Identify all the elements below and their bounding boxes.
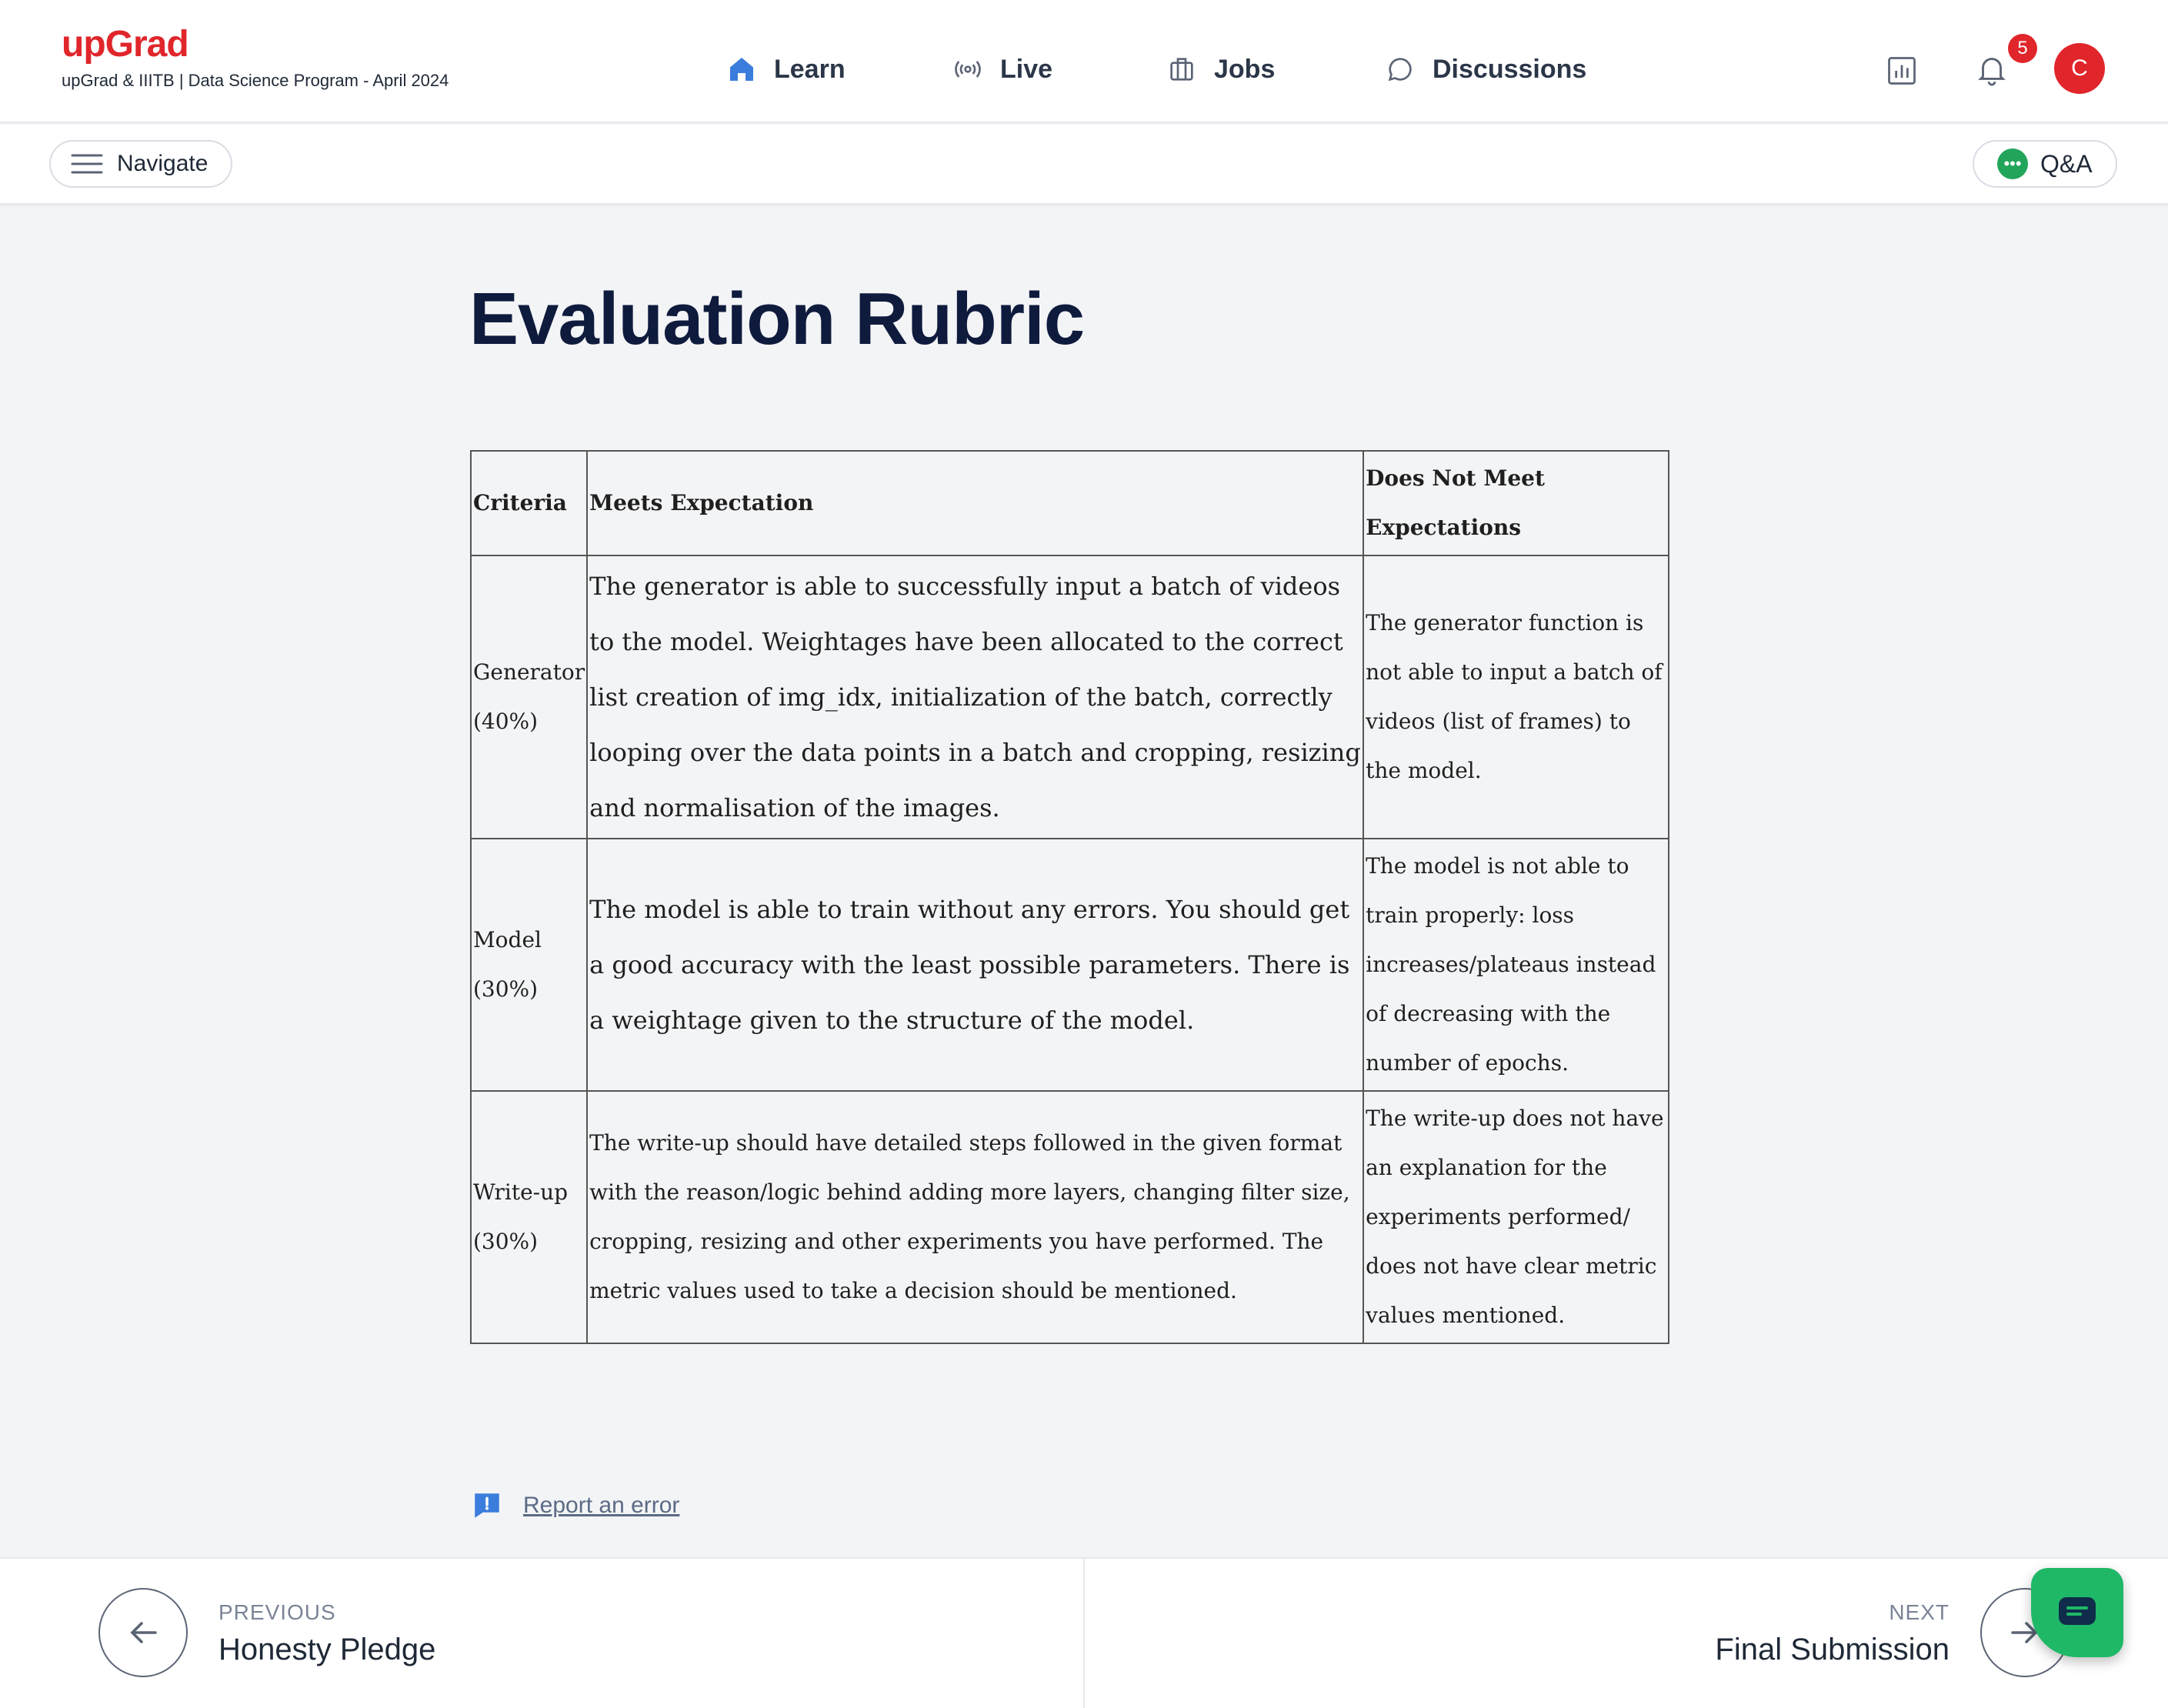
nav-discussions-label: Discussions	[1433, 54, 1587, 84]
lesson-footer: PREVIOUS Honesty Pledge NEXT Final Submi…	[0, 1557, 2168, 1708]
not-meets-cell: The write-up does not have an explanatio…	[1363, 1090, 1669, 1344]
meets-cell: The model is able to train without any e…	[586, 838, 1365, 1092]
nav-live-label: Live	[1000, 54, 1053, 84]
bell-icon	[1978, 58, 2006, 86]
nav-jobs[interactable]: Jobs	[1166, 48, 1275, 91]
evaluation-rubric-table: Criteria Meets Expectation Does Not Meet…	[469, 450, 1669, 1344]
qa-chat-icon: •••	[1997, 148, 2028, 179]
program-name: upGrad & IIITB | Data Science Program - …	[62, 71, 449, 90]
report-flag-icon	[475, 1493, 499, 1518]
previous-title[interactable]: Honesty Pledge	[218, 1633, 435, 1667]
meets-cell: The write-up should have detailed steps …	[586, 1090, 1365, 1344]
upgrad-logo[interactable]: upGrad	[62, 23, 189, 65]
nav-jobs-label: Jobs	[1214, 54, 1276, 84]
criteria-cell: Generator (40%)	[469, 555, 589, 839]
user-avatar[interactable]: C	[2054, 43, 2105, 94]
not-meets-cell: The generator function is not able to in…	[1363, 555, 1669, 839]
page-title: Evaluation Rubric	[469, 278, 1085, 360]
navigate-label: Navigate	[117, 151, 208, 176]
table-header-row: Criteria Meets Expectation Does Not Meet…	[469, 450, 1669, 556]
meets-cell: The generator is able to successfully in…	[586, 555, 1365, 839]
progress-chart-button[interactable]	[1882, 51, 1922, 91]
report-error-label: Report an error	[523, 1493, 680, 1518]
briefcase-icon	[1170, 58, 1193, 81]
nav-learn[interactable]: Learn	[726, 48, 846, 91]
table-row: Generator (40%) The generator is able to…	[469, 555, 1669, 839]
qa-label: Q&A	[2040, 149, 2093, 178]
previous-button[interactable]	[98, 1588, 188, 1677]
table-row: Write-up (30%) The write-up should have …	[469, 1090, 1669, 1344]
criteria-cell: Write-up (30%)	[469, 1090, 589, 1344]
broadcast-icon	[955, 61, 981, 78]
top-header: upGrad upGrad & IIITB | Data Science Pro…	[0, 0, 2168, 123]
previous-caption: PREVIOUS	[218, 1600, 336, 1624]
arrow-left-icon	[130, 1622, 157, 1643]
report-error-link[interactable]: Report an error	[471, 1489, 679, 1522]
hamburger-menu-icon	[71, 154, 103, 174]
notification-badge: 5	[2008, 34, 2037, 63]
header-does-not-meet: Does Not Meet Expectations	[1363, 450, 1669, 556]
next-title[interactable]: Final Submission	[1715, 1633, 1950, 1667]
home-icon	[730, 58, 753, 81]
not-meets-cell: The model is not able to train properly:…	[1363, 838, 1669, 1092]
table-row: Model (30%) The model is able to train w…	[469, 838, 1669, 1092]
bar-chart-icon	[1888, 57, 1916, 85]
navigate-button[interactable]: Navigate	[49, 140, 233, 188]
notifications-button[interactable]	[1971, 48, 2013, 91]
header-meets-expectation: Meets Expectation	[586, 450, 1365, 556]
qa-button[interactable]: ••• Q&A	[1973, 140, 2117, 188]
chat-icon	[2059, 1597, 2096, 1625]
nav-learn-label: Learn	[774, 54, 846, 84]
next-caption: NEXT	[1889, 1600, 1950, 1624]
nav-discussions[interactable]: Discussions	[1385, 48, 1586, 91]
header-criteria: Criteria	[469, 450, 589, 556]
chat-bubble-icon	[1388, 58, 1412, 82]
sub-toolbar: Navigate ••• Q&A	[0, 125, 2168, 205]
criteria-cell: Model (30%)	[469, 838, 589, 1092]
nav-live[interactable]: Live	[952, 48, 1052, 91]
footer-divider	[1083, 1559, 1085, 1708]
chat-support-button[interactable]	[2031, 1568, 2123, 1657]
